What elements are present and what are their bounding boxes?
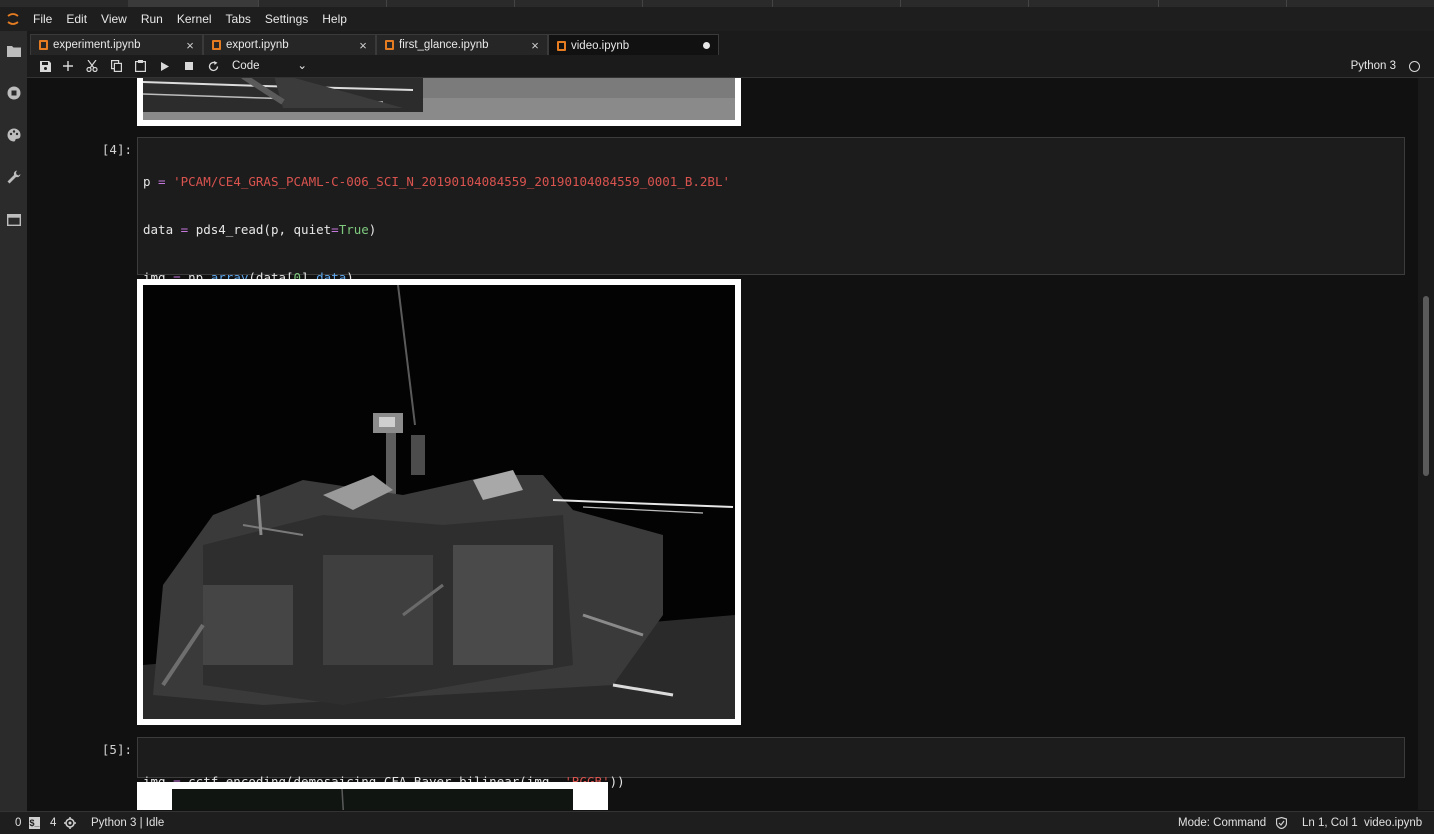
terminal-icon[interactable]: $_: [29, 817, 40, 829]
menu-bar: File Edit View Run Kernel Tabs Settings …: [0, 7, 1434, 31]
browser-tab[interactable]: [128, 0, 259, 7]
kernel-sessions-icon[interactable]: [64, 817, 76, 832]
tabs-panel-icon[interactable]: [5, 211, 22, 228]
close-icon[interactable]: ×: [182, 38, 198, 53]
save-icon[interactable]: [37, 58, 53, 74]
code-cell[interactable]: img = cctf_encoding(demosaicing_CFA_Baye…: [137, 737, 1405, 789]
demosaiced-image: [172, 789, 573, 810]
code-token: )): [609, 774, 625, 789]
folder-icon[interactable]: [5, 42, 22, 59]
paste-icon[interactable]: [132, 58, 148, 74]
notebook-icon: [385, 40, 394, 50]
add-cell-icon[interactable]: [60, 58, 76, 74]
menu-view[interactable]: View: [94, 7, 134, 31]
code-token: 'PCAM/CE4_GRAS_PCAML-C-006_SCI_N_2019010…: [173, 174, 731, 189]
notebook-icon: [212, 40, 221, 50]
code-token: =: [173, 222, 196, 237]
tab-video[interactable]: video.ipynb: [548, 34, 719, 56]
run-icon[interactable]: [157, 58, 173, 74]
code-token: p: [143, 174, 151, 189]
cell-type-value: Code: [232, 60, 260, 72]
notebook-toolbar: Code ⌄ Python 3: [27, 55, 1434, 78]
kernel-state[interactable]: Python 3 | Idle: [91, 812, 164, 834]
browser-tab[interactable]: [900, 0, 1029, 7]
palette-icon[interactable]: [5, 126, 22, 143]
code-token: =: [150, 174, 174, 189]
close-icon[interactable]: ×: [355, 38, 371, 53]
menu-run[interactable]: Run: [134, 7, 170, 31]
cell-output-image: [137, 279, 741, 725]
stop-icon[interactable]: [181, 58, 197, 74]
browser-tab[interactable]: [1286, 0, 1434, 7]
tab-label: first_glance.ipynb: [399, 39, 489, 51]
code-line: p = 'PCAM/CE4_GRAS_PCAML-C-006_SCI_N_201…: [143, 174, 1399, 190]
cursor-position[interactable]: Ln 1, Col 1: [1302, 812, 1358, 834]
lunar-surface-image: [143, 78, 735, 120]
menu-edit[interactable]: Edit: [59, 7, 94, 31]
browser-tab-strip: [0, 0, 1434, 7]
kernel-name[interactable]: Python 3: [1351, 55, 1396, 77]
menu-help[interactable]: Help: [315, 7, 354, 31]
code-line: data = pds4_read(p, quiet=True): [143, 222, 1399, 238]
lander-image: [143, 285, 735, 719]
code-cell[interactable]: p = 'PCAM/CE4_GRAS_PCAML-C-006_SCI_N_201…: [137, 137, 1405, 525]
cell-prompt: [4]:: [101, 142, 132, 157]
menu-tabs[interactable]: Tabs: [219, 7, 258, 31]
close-icon[interactable]: ×: [527, 38, 543, 53]
browser-tab[interactable]: [258, 0, 387, 7]
left-sidebar: [0, 31, 27, 811]
menu-file[interactable]: File: [26, 7, 59, 31]
copy-icon[interactable]: [108, 58, 124, 74]
running-sessions-icon[interactable]: [5, 84, 22, 101]
tab-export[interactable]: export.ipynb ×: [203, 34, 376, 55]
kernels-count[interactable]: 4: [50, 812, 56, 834]
code-token: =: [331, 222, 339, 237]
tab-first-glance[interactable]: first_glance.ipynb ×: [376, 34, 548, 55]
chevron-down-icon: ⌄: [297, 60, 307, 72]
cell-prompt: [5]:: [101, 742, 132, 757]
browser-tab[interactable]: [0, 0, 129, 7]
code-token: True: [338, 222, 369, 237]
browser-tab[interactable]: [386, 0, 515, 7]
notebook-icon: [39, 40, 48, 50]
browser-tab[interactable]: [1158, 0, 1287, 7]
kernel-status-icon: [1409, 61, 1420, 72]
notebook-icon: [557, 40, 566, 51]
current-file: video.ipynb: [1364, 817, 1423, 829]
browser-tab[interactable]: [772, 0, 901, 7]
unsaved-indicator-icon[interactable]: [703, 42, 710, 49]
jupyter-logo-icon: [0, 7, 26, 31]
wrench-icon[interactable]: [5, 168, 22, 185]
document-tab-bar: experiment.ipynb × export.ipynb × first_…: [27, 31, 1434, 56]
terminals-count[interactable]: 0: [15, 812, 21, 834]
notebook-scrollbar[interactable]: [1418, 78, 1434, 810]
tab-label: export.ipynb: [226, 39, 289, 51]
notebook-panel[interactable]: [4]: p = 'PCAM/CE4_GRAS_PCAML-C-006_SCI_…: [32, 78, 1418, 810]
scrollbar-thumb[interactable]: [1423, 296, 1429, 476]
cell-output-image: [137, 78, 741, 126]
code-token: pds4_read(p, quiet: [195, 222, 332, 237]
tab-label: video.ipynb: [571, 39, 630, 52]
cut-icon[interactable]: [84, 58, 100, 74]
browser-tab[interactable]: [1028, 0, 1159, 7]
cell-output-image: [137, 782, 608, 810]
browser-tab[interactable]: [642, 0, 773, 7]
shield-icon[interactable]: [1275, 816, 1288, 832]
tab-label: experiment.ipynb: [53, 39, 141, 51]
code-token: data: [143, 222, 174, 237]
menu-kernel[interactable]: Kernel: [170, 7, 219, 31]
menu-settings[interactable]: Settings: [258, 7, 315, 31]
tab-experiment[interactable]: experiment.ipynb ×: [30, 34, 203, 55]
code-token: ): [368, 222, 377, 237]
editor-mode[interactable]: Mode: Command: [1178, 812, 1266, 834]
restart-icon[interactable]: [205, 58, 221, 74]
cell-type-select[interactable]: Code ⌄: [232, 57, 307, 75]
browser-tab[interactable]: [514, 0, 643, 7]
status-bar: 0 $_ 4 Python 3 | Idle Mode: Command Ln …: [0, 811, 1434, 834]
